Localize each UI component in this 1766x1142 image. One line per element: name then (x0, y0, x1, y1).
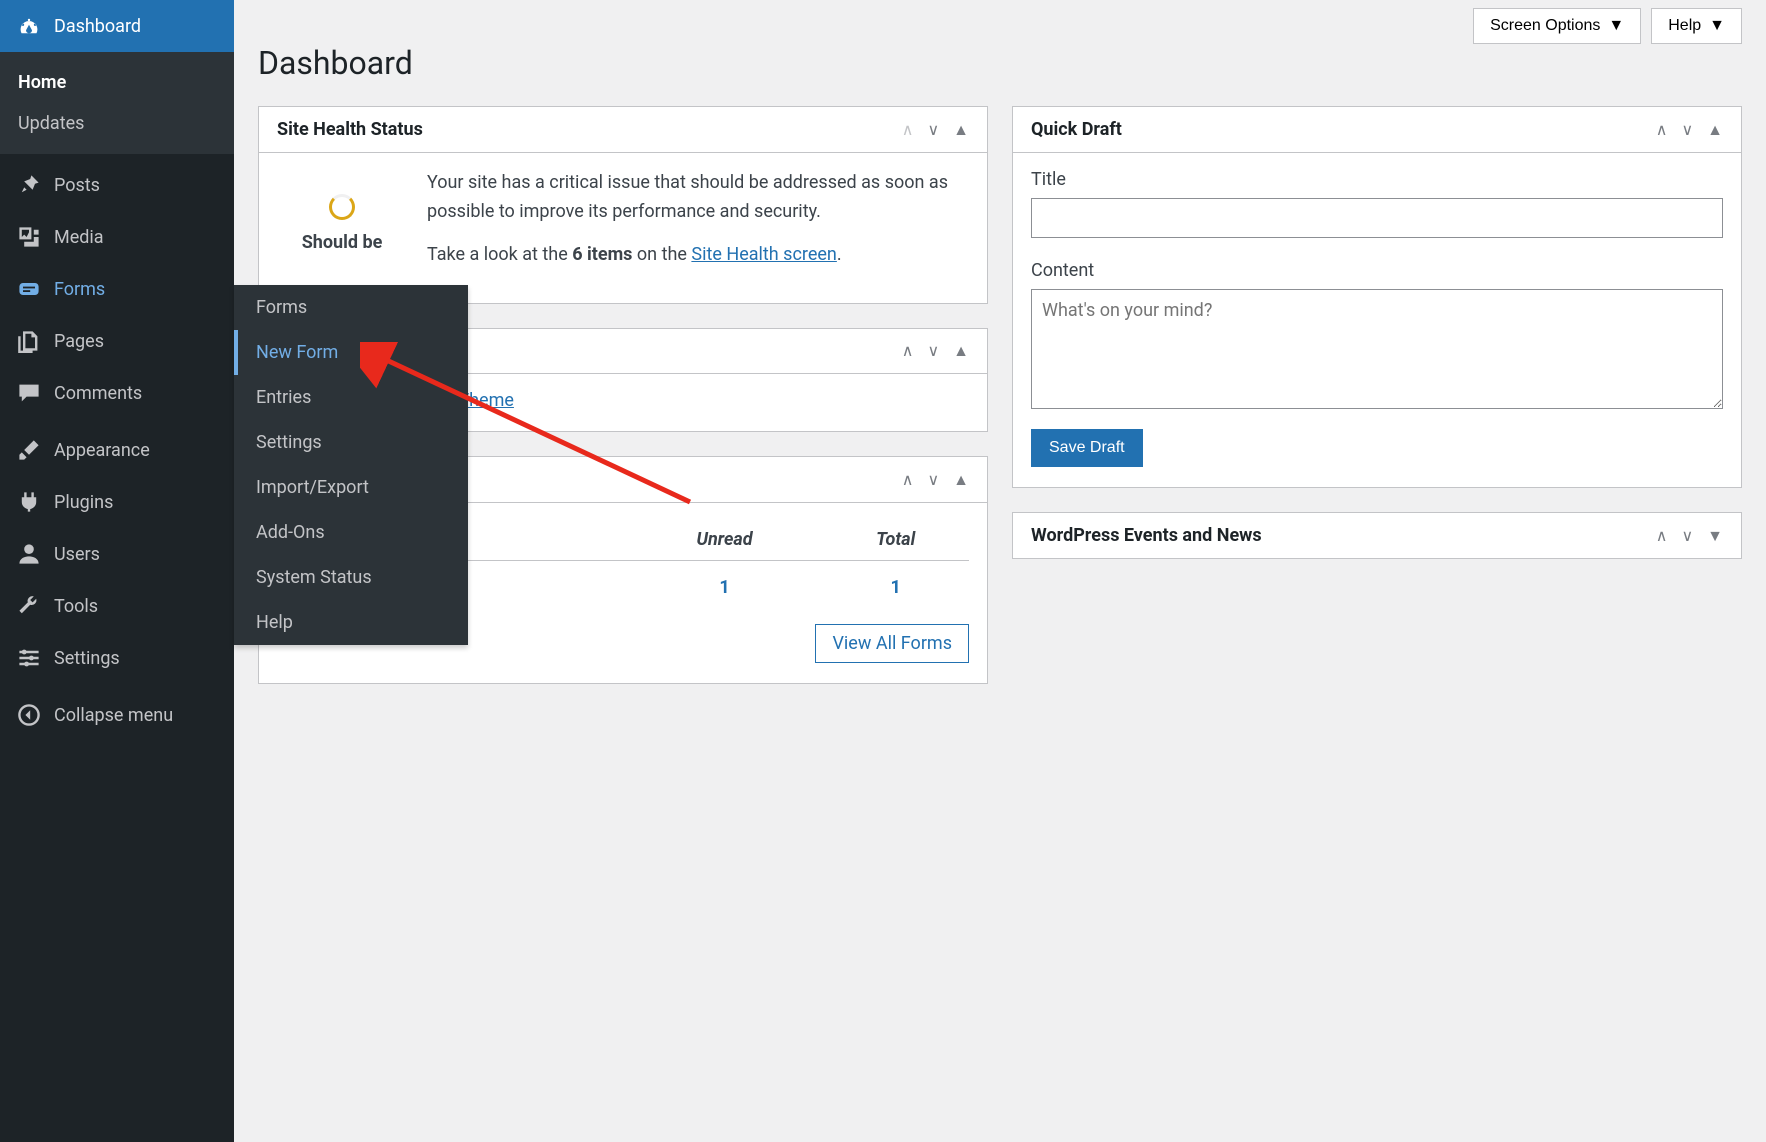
toggle-icon[interactable]: ▼ (1707, 526, 1723, 546)
flyout-new-form[interactable]: New Form (234, 330, 468, 375)
toggle-icon[interactable]: ▲ (953, 341, 969, 361)
toggle-icon[interactable]: ▲ (1707, 120, 1723, 140)
move-up-icon[interactable]: ∧ (902, 341, 914, 361)
site-health-link[interactable]: Site Health screen (691, 244, 836, 265)
sidebar-label: Forms (54, 279, 105, 300)
flyout-settings[interactable]: Settings (234, 420, 468, 465)
draft-content-textarea[interactable] (1031, 289, 1723, 409)
sidebar-item-comments[interactable]: Comments (0, 367, 234, 419)
move-up-icon[interactable]: ∧ (902, 470, 914, 490)
move-down-icon[interactable]: ∨ (927, 470, 939, 490)
sidebar-label: Comments (54, 383, 142, 404)
sliders-icon (16, 645, 42, 671)
sidebar-item-pages[interactable]: Pages (0, 315, 234, 367)
pages-icon (16, 328, 42, 354)
sidebar-sub-updates[interactable]: Updates (0, 103, 234, 144)
sidebar-item-settings[interactable]: Settings (0, 632, 234, 684)
site-health-box: Site Health Status ∧ ∨ ▲ Should be Your … (258, 106, 988, 304)
col-total: Total (822, 519, 969, 561)
dashboard-icon (16, 13, 42, 39)
sidebar-sub-home[interactable]: Home (0, 62, 234, 103)
view-all-forms-button[interactable]: View All Forms (815, 624, 969, 663)
content-label: Content (1031, 260, 1723, 281)
sidebar-item-plugins[interactable]: Plugins (0, 476, 234, 528)
brush-icon (16, 437, 42, 463)
sidebar-item-media[interactable]: Media (0, 211, 234, 263)
flyout-addons[interactable]: Add-Ons (234, 510, 468, 555)
total-count: 1 (822, 561, 969, 615)
unread-count: 1 (627, 561, 823, 615)
chevron-down-icon: ▼ (1709, 17, 1725, 35)
user-icon (16, 541, 42, 567)
collapse-icon (16, 702, 42, 728)
quick-draft-box: Quick Draft ∧ ∨ ▲ Title Content Save Dra… (1012, 106, 1742, 488)
site-health-message: Your site has a critical issue that shou… (427, 169, 969, 283)
sidebar-label: Tools (54, 596, 98, 617)
pin-icon (16, 172, 42, 198)
chevron-down-icon: ▼ (1608, 17, 1624, 35)
move-down-icon[interactable]: ∨ (927, 120, 939, 140)
screen-toolbar: Screen Options ▼ Help ▼ (258, 0, 1742, 44)
sidebar-item-dashboard[interactable]: Dashboard (0, 0, 234, 52)
screen-options-button[interactable]: Screen Options ▼ (1473, 8, 1641, 44)
admin-sidebar: Dashboard Home Updates Posts Media Forms… (0, 0, 234, 1142)
move-up-icon[interactable]: ∧ (1656, 526, 1668, 546)
flyout-forms[interactable]: Forms (234, 285, 468, 330)
sidebar-item-appearance[interactable]: Appearance (0, 424, 234, 476)
site-health-status: Should be (277, 232, 407, 253)
forms-flyout-menu: Forms New Form Entries Settings Import/E… (234, 285, 468, 645)
sidebar-label: Settings (54, 648, 120, 669)
media-icon (16, 224, 42, 250)
quick-draft-title: Quick Draft (1031, 119, 1122, 140)
wrench-icon (16, 593, 42, 619)
forms-icon (16, 276, 42, 302)
title-label: Title (1031, 169, 1723, 190)
col-unread: Unread (627, 519, 823, 561)
move-up-icon[interactable]: ∧ (1656, 120, 1668, 140)
move-down-icon[interactable]: ∨ (927, 341, 939, 361)
move-down-icon[interactable]: ∨ (1681, 120, 1693, 140)
flyout-import-export[interactable]: Import/Export (234, 465, 468, 510)
sidebar-label: Users (54, 544, 100, 565)
site-health-title: Site Health Status (277, 119, 423, 140)
sidebar-label: Media (54, 227, 104, 248)
sidebar-label: Posts (54, 175, 100, 196)
flyout-help[interactable]: Help (234, 600, 468, 645)
plugin-icon (16, 489, 42, 515)
events-title: WordPress Events and News (1031, 525, 1262, 546)
sidebar-label: Appearance (54, 440, 150, 461)
comment-icon (16, 380, 42, 406)
sidebar-label: Dashboard (54, 16, 141, 37)
sidebar-item-tools[interactable]: Tools (0, 580, 234, 632)
toggle-icon[interactable]: ▲ (953, 470, 969, 490)
page-title: Dashboard (258, 44, 1742, 82)
toggle-icon[interactable]: ▲ (953, 120, 969, 140)
loading-spinner-icon (329, 194, 355, 220)
flyout-entries[interactable]: Entries (234, 375, 468, 420)
draft-title-input[interactable] (1031, 198, 1723, 238)
move-down-icon[interactable]: ∨ (1681, 526, 1693, 546)
sidebar-item-forms[interactable]: Forms (0, 263, 234, 315)
sidebar-label: Pages (54, 331, 104, 352)
save-draft-button[interactable]: Save Draft (1031, 429, 1143, 467)
flyout-system-status[interactable]: System Status (234, 555, 468, 600)
move-up-icon[interactable]: ∧ (902, 120, 914, 140)
sidebar-label: Plugins (54, 492, 113, 513)
sidebar-label: Collapse menu (54, 705, 173, 726)
events-news-box: WordPress Events and News ∧ ∨ ▼ (1012, 512, 1742, 559)
sidebar-collapse[interactable]: Collapse menu (0, 689, 234, 741)
sidebar-item-users[interactable]: Users (0, 528, 234, 580)
help-button[interactable]: Help ▼ (1651, 8, 1742, 44)
sidebar-sub-dashboard: Home Updates (0, 52, 234, 154)
sidebar-item-posts[interactable]: Posts (0, 159, 234, 211)
